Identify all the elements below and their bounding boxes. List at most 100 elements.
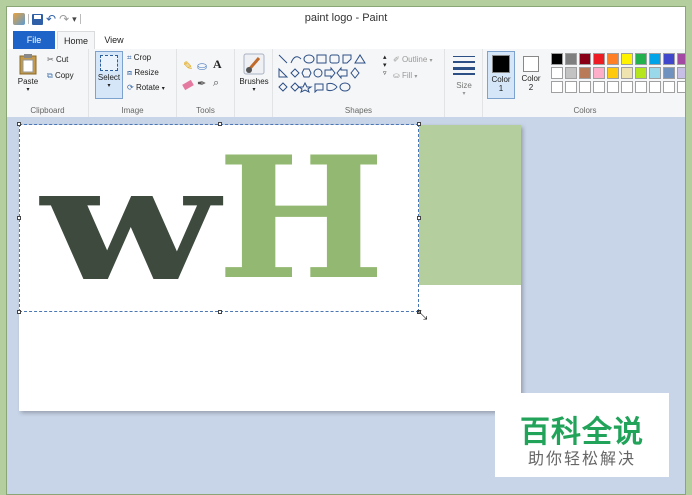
palette-swatch[interactable]: [649, 67, 661, 79]
pencil-icon[interactable]: ✎: [183, 59, 193, 73]
tools-group: ✎ ⛀ A ✒ ⌕ Tools: [177, 49, 235, 117]
outline-icon: ✐: [393, 55, 400, 64]
fill-label: Fill: [401, 71, 413, 80]
tab-view[interactable]: View: [99, 31, 129, 49]
color2-label: Color: [521, 74, 541, 83]
shapes-group: ▴ ▾ ▿ ✐ Outline ▾ ⛀ Fill ▾ Shapes: [273, 49, 445, 117]
custom-color-slot[interactable]: [663, 81, 675, 93]
crop-button[interactable]: ⌗ Crop: [127, 53, 151, 63]
shapes-gallery[interactable]: [277, 53, 385, 93]
watermark-subtitle: 助你轻松解决: [527, 451, 636, 468]
custom-color-slot[interactable]: [565, 81, 577, 93]
size-button[interactable]: Size ▾: [449, 53, 479, 97]
palette-swatch[interactable]: [565, 53, 577, 65]
canvas-area[interactable]: w H ⤡ 百科全说 助你轻松解决: [7, 117, 685, 494]
custom-color-slot[interactable]: [677, 81, 685, 93]
custom-color-slot[interactable]: [551, 81, 563, 93]
shapes-scroll[interactable]: ▴ ▾ ▿: [383, 53, 387, 77]
paint-window: ↶ ↷ ▾ paint logo - Paint File Home View …: [6, 6, 686, 495]
outline-button[interactable]: ✐ Outline ▾: [393, 55, 433, 64]
selection-handle[interactable]: [218, 122, 222, 126]
line-size-icon: [453, 56, 475, 75]
selection-rectangle[interactable]: [17, 122, 421, 314]
palette-swatch[interactable]: [621, 53, 633, 65]
resize-icon: ⧈: [127, 68, 133, 77]
custom-color-slot[interactable]: [621, 81, 633, 93]
custom-color-slot[interactable]: [649, 81, 661, 93]
scissors-icon: ✂: [47, 55, 54, 64]
palette-swatch[interactable]: [551, 53, 563, 65]
eraser-icon[interactable]: [182, 79, 194, 91]
text-tool-icon[interactable]: A: [213, 57, 222, 72]
palette-swatch[interactable]: [635, 53, 647, 65]
clipboard-group-label: Clipboard: [30, 106, 65, 115]
palette-swatch[interactable]: [565, 67, 577, 79]
selection-handle[interactable]: [417, 122, 421, 126]
palette-swatch[interactable]: [663, 53, 675, 65]
chevron-down-icon: ▾: [462, 91, 466, 97]
paste-label: Paste: [17, 77, 39, 86]
palette-swatch[interactable]: [663, 67, 675, 79]
palette-swatch[interactable]: [551, 67, 563, 79]
palette-swatch[interactable]: [677, 67, 685, 79]
palette-swatch[interactable]: [635, 67, 647, 79]
chevron-down-icon: ▾: [414, 74, 418, 80]
image-group: Select ▾ ⌗ Crop ⧈ Resize ⟳ Rotate ▾ Imag…: [89, 49, 177, 117]
select-rect-icon: [100, 55, 118, 71]
chevron-down-icon: ▾: [429, 58, 433, 64]
green-shape: [419, 125, 521, 285]
size-group: Size ▾: [445, 49, 483, 117]
select-label: Select: [97, 73, 121, 82]
chevron-down-icon: ▾: [252, 87, 256, 93]
brushes-button[interactable]: Brushes ▾: [239, 53, 269, 93]
resize-button[interactable]: ⧈ Resize: [127, 68, 159, 78]
palette-swatch[interactable]: [579, 67, 591, 79]
rotate-label: Rotate: [135, 83, 160, 92]
tab-home[interactable]: Home: [57, 31, 95, 49]
selection-handle[interactable]: [17, 122, 21, 126]
fill-button[interactable]: ⛀ Fill ▾: [393, 71, 417, 80]
color1-number: 1: [498, 84, 504, 93]
chevron-down-icon: ▾: [26, 87, 30, 93]
magnifier-icon[interactable]: ⌕: [213, 77, 219, 90]
cut-label: Cut: [55, 55, 69, 64]
copy-label: Copy: [54, 71, 74, 80]
palette-swatch[interactable]: [607, 53, 619, 65]
copy-button[interactable]: ⧉ Copy: [47, 71, 74, 81]
clipboard-group: Paste ▾ ✂ Cut ⧉ Copy Clipboard: [7, 49, 89, 117]
outline-label: Outline: [401, 55, 428, 64]
selection-handle[interactable]: [417, 216, 421, 220]
selection-handle[interactable]: [17, 310, 21, 314]
cut-button[interactable]: ✂ Cut: [47, 55, 68, 64]
rotate-button[interactable]: ⟳ Rotate ▾: [127, 83, 165, 92]
custom-color-slot[interactable]: [607, 81, 619, 93]
selection-handle[interactable]: [17, 216, 21, 220]
color-picker-icon[interactable]: ✒: [197, 77, 206, 90]
palette-swatch[interactable]: [677, 53, 685, 65]
palette-swatch[interactable]: [621, 67, 633, 79]
selection-handle[interactable]: [218, 310, 222, 314]
resize-label: Resize: [134, 68, 159, 77]
custom-color-slot[interactable]: [635, 81, 647, 93]
color2-number: 2: [528, 83, 534, 92]
color2-button[interactable]: Color 2: [517, 51, 545, 99]
fill-icon: ⛀: [393, 71, 400, 80]
paste-button[interactable]: Paste ▾: [13, 53, 43, 93]
palette-swatch[interactable]: [579, 53, 591, 65]
chevron-down-icon: ▾: [161, 86, 165, 92]
palette-swatch[interactable]: [649, 53, 661, 65]
tab-file[interactable]: File: [13, 31, 55, 49]
custom-color-slot[interactable]: [593, 81, 605, 93]
select-button[interactable]: Select ▾: [95, 51, 123, 99]
brush-icon: [243, 53, 265, 75]
crop-icon: ⌗: [127, 53, 132, 62]
fill-bucket-icon[interactable]: ⛀: [197, 59, 207, 73]
color1-button[interactable]: Color 1: [487, 51, 515, 99]
title-bar: ↶ ↷ ▾ paint logo - Paint: [7, 7, 685, 31]
palette-swatch[interactable]: [607, 67, 619, 79]
palette-swatch[interactable]: [593, 53, 605, 65]
shapes-group-label: Shapes: [344, 106, 373, 115]
custom-color-slot[interactable]: [579, 81, 591, 93]
palette-swatch[interactable]: [593, 67, 605, 79]
brushes-label: Brushes: [239, 77, 269, 86]
